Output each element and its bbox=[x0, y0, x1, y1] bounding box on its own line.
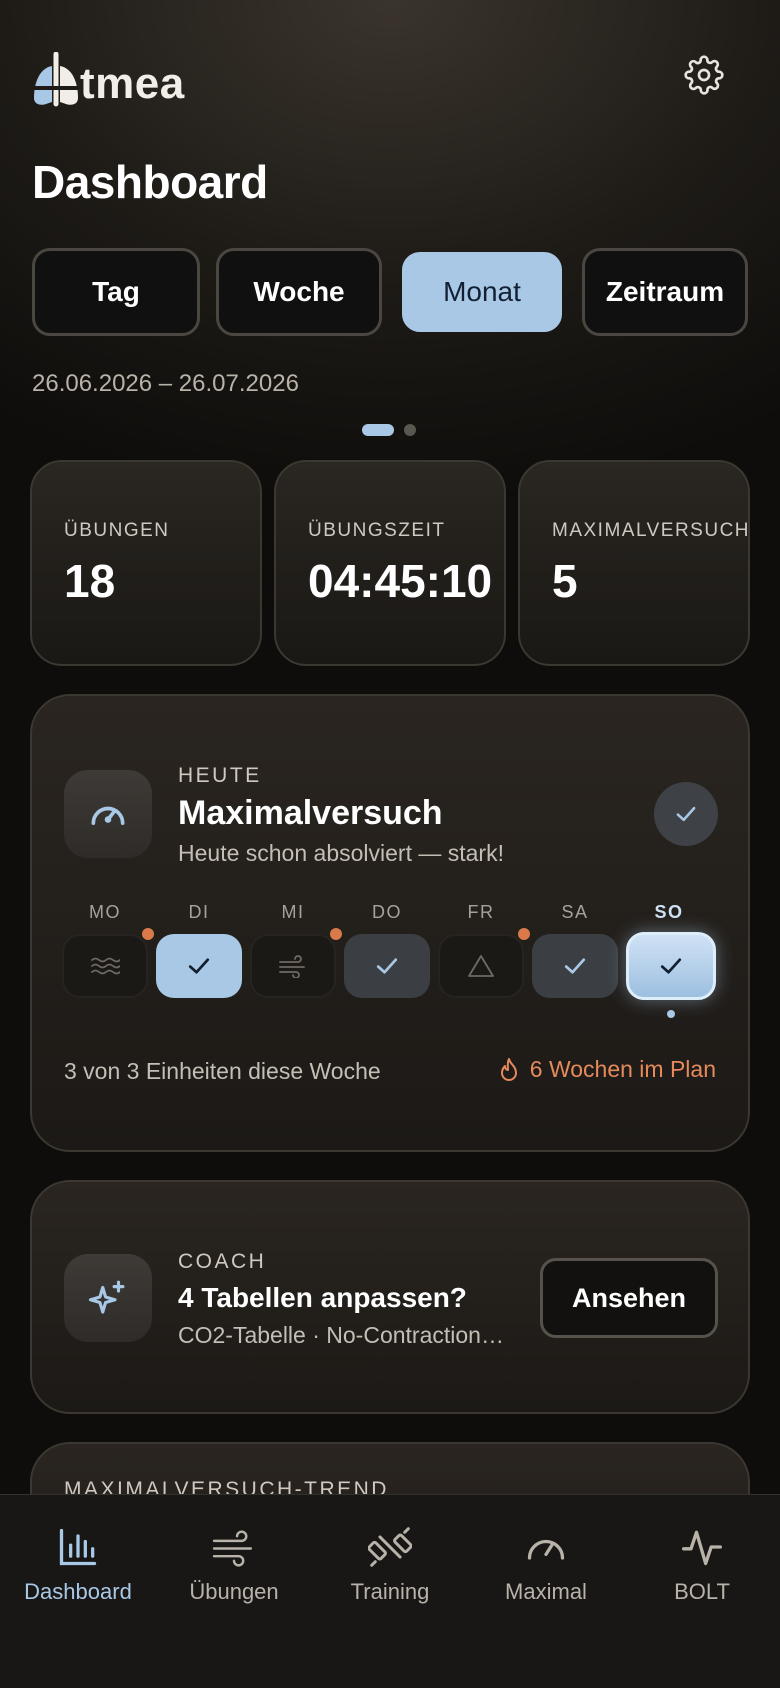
page-title: Dashboard bbox=[32, 156, 268, 208]
day-do[interactable] bbox=[344, 934, 430, 998]
bottom-nav: Dashboard Übungen Training Maximal BOLT bbox=[0, 1494, 780, 1688]
stat-card-uebungszeit[interactable]: ÜBUNGSZEIT 04:45:10 bbox=[274, 460, 506, 666]
dumbbell-icon bbox=[368, 1527, 412, 1567]
streak-label: 6 Wochen im Plan bbox=[529, 1056, 716, 1082]
triangle-icon bbox=[468, 955, 494, 977]
page-indicator[interactable] bbox=[362, 424, 416, 436]
streak: 6 Wochen im Plan bbox=[498, 1056, 716, 1083]
bar-chart-icon bbox=[59, 1528, 97, 1566]
nav-label: Maximal bbox=[505, 1579, 587, 1604]
nav-bolt[interactable]: BOLT bbox=[624, 1525, 780, 1605]
day-badge bbox=[518, 928, 530, 940]
day-mo[interactable] bbox=[62, 934, 148, 998]
check-icon bbox=[660, 958, 682, 974]
coach-eyebrow: COACH bbox=[178, 1250, 267, 1273]
pulse-icon bbox=[682, 1530, 722, 1566]
coach-card[interactable]: COACH 4 Tabellen anpassen? CO2-Tabelle ·… bbox=[30, 1180, 750, 1414]
stat-value: 04:45:10 bbox=[308, 555, 493, 607]
sparkle-icon bbox=[64, 1254, 152, 1342]
day-so[interactable] bbox=[626, 932, 716, 1000]
day-label-fr: FR bbox=[467, 902, 495, 922]
stat-label: MAXIMALVERSUCH bbox=[552, 520, 750, 541]
day-label-so: SO bbox=[654, 902, 684, 922]
stat-card-maximalversuch[interactable]: MAXIMALVERSUCH 5 bbox=[518, 460, 750, 666]
check-icon bbox=[376, 958, 398, 974]
nav-maximal[interactable]: Maximal bbox=[468, 1525, 624, 1605]
today-indicator-dot bbox=[667, 1010, 675, 1018]
stat-label: ÜBUNGEN bbox=[64, 520, 170, 541]
tab-woche[interactable]: Woche bbox=[216, 248, 382, 336]
gauge-icon bbox=[527, 1539, 565, 1560]
nav-label: Training bbox=[350, 1579, 430, 1604]
tab-tag[interactable]: Tag bbox=[32, 248, 200, 336]
stat-value: 5 bbox=[552, 555, 578, 607]
coach-title: 4 Tabellen anpassen? bbox=[178, 1282, 467, 1313]
day-mi[interactable] bbox=[250, 934, 336, 998]
day-label-do: DO bbox=[372, 902, 402, 922]
gauge-icon bbox=[64, 770, 152, 858]
lung-logo-icon bbox=[32, 51, 80, 108]
nav-label: BOLT bbox=[674, 1579, 730, 1604]
nav-dashboard[interactable]: Dashboard bbox=[0, 1525, 156, 1605]
day-label-mi: MI bbox=[281, 902, 305, 922]
settings-gear-icon[interactable] bbox=[684, 55, 724, 95]
app-name: tmea bbox=[80, 59, 185, 108]
day-label-sa: SA bbox=[561, 902, 589, 922]
week-summary: 3 von 3 Einheiten diese Woche bbox=[64, 1058, 381, 1084]
done-check-icon bbox=[654, 782, 718, 846]
today-card[interactable]: HEUTE Maximalversuch Heute schon absolvi… bbox=[30, 694, 750, 1152]
coach-subtitle: CO2-Tabelle · No-Contraction… bbox=[178, 1322, 504, 1348]
today-subtitle: Heute schon absolviert — stark! bbox=[178, 840, 504, 866]
day-label-di: DI bbox=[188, 902, 210, 922]
today-eyebrow: HEUTE bbox=[178, 764, 262, 787]
ansehen-button[interactable]: Ansehen bbox=[540, 1258, 718, 1338]
week-strip: MO DI MI DO FR SA SO bbox=[62, 902, 722, 1022]
stat-value: 18 bbox=[64, 555, 116, 607]
day-fr[interactable] bbox=[438, 934, 524, 998]
tab-monat[interactable]: Monat bbox=[402, 252, 562, 332]
wind-icon bbox=[212, 1530, 253, 1567]
stat-label: ÜBUNGSZEIT bbox=[308, 520, 446, 541]
nav-uebungen[interactable]: Übungen bbox=[156, 1525, 312, 1605]
app-logo: tmea bbox=[32, 48, 185, 108]
waves-icon bbox=[91, 957, 120, 975]
day-label-mo: MO bbox=[89, 902, 121, 922]
nav-training[interactable]: Training bbox=[312, 1525, 468, 1605]
page-dot-active[interactable] bbox=[362, 424, 394, 436]
wind-icon bbox=[279, 955, 305, 978]
tab-zeitraum[interactable]: Zeitraum bbox=[582, 248, 748, 336]
check-icon bbox=[564, 958, 586, 974]
day-badge bbox=[330, 928, 342, 940]
nav-label: Übungen bbox=[189, 1579, 279, 1604]
stat-card-uebungen[interactable]: ÜBUNGEN 18 bbox=[30, 460, 262, 666]
check-icon bbox=[188, 958, 210, 974]
page-dot[interactable] bbox=[404, 424, 416, 436]
day-badge bbox=[142, 928, 154, 940]
nav-label: Dashboard bbox=[24, 1579, 132, 1604]
flame-icon bbox=[500, 1057, 517, 1081]
day-sa[interactable] bbox=[532, 934, 618, 998]
date-range: 26.06.2026 – 26.07.2026 bbox=[32, 370, 299, 397]
today-title: Maximalversuch bbox=[178, 794, 443, 832]
day-di[interactable] bbox=[156, 934, 242, 998]
